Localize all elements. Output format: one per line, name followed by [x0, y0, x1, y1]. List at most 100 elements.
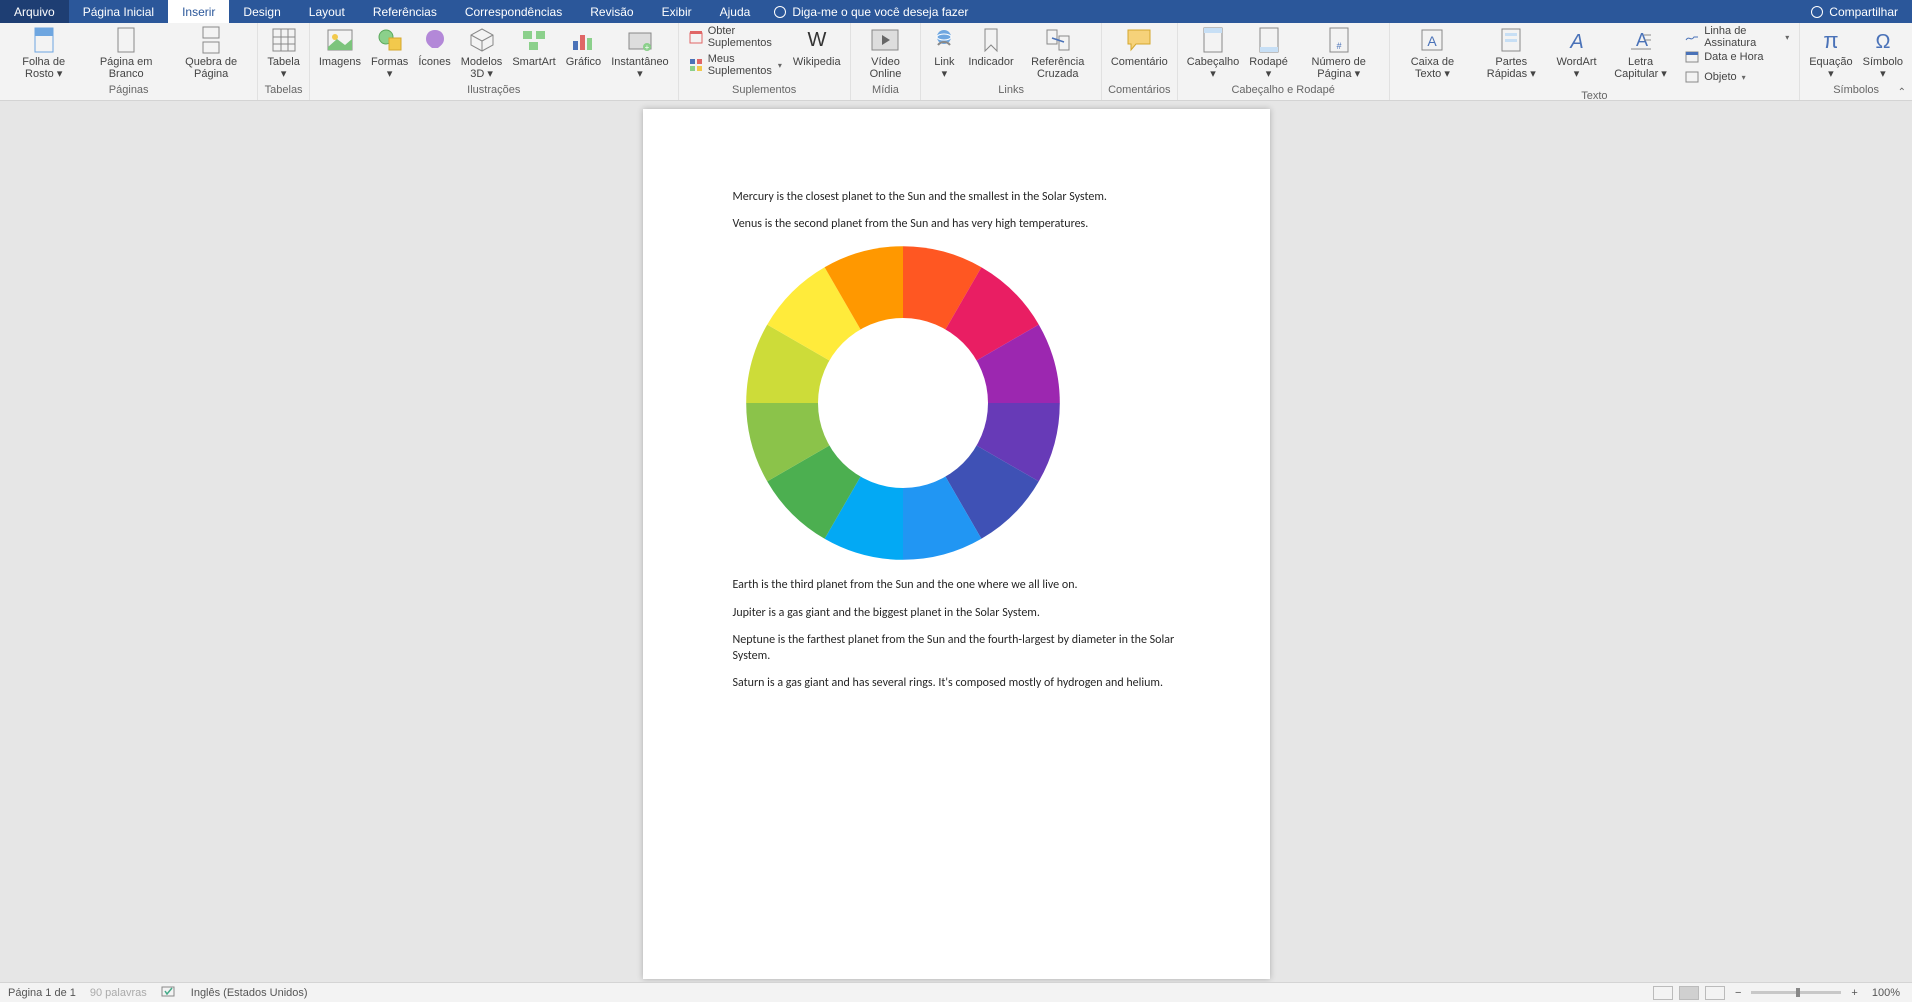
- shapes-icon: [376, 26, 404, 54]
- wikipedia-label: Wikipedia: [793, 56, 841, 80]
- tab-insert[interactable]: Inserir: [168, 0, 229, 23]
- view-read-button[interactable]: [1653, 986, 1673, 1000]
- chevron-down-icon: ▾: [1742, 73, 1746, 82]
- tab-help[interactable]: Ajuda: [706, 0, 765, 23]
- wordart-icon: A: [1563, 26, 1591, 54]
- tab-home[interactable]: Página Inicial: [69, 0, 168, 23]
- group-cabecalho-label: Cabeçalho e Rodapé: [1178, 83, 1389, 100]
- group-links-label: Links: [921, 83, 1100, 100]
- datetime-button[interactable]: Data e Hora: [1685, 48, 1789, 66]
- cross-ref-icon: [1044, 26, 1072, 54]
- paragraph[interactable]: Jupiter is a gas giant and the biggest p…: [733, 605, 1180, 621]
- svg-text:A: A: [1569, 31, 1583, 52]
- bookmark-button[interactable]: Indicador: [963, 25, 1018, 80]
- blank-page-icon: [112, 26, 140, 54]
- blank-page-button[interactable]: Página em Branco: [83, 25, 169, 80]
- page[interactable]: Mercury is the closest planet to the Sun…: [643, 109, 1270, 979]
- online-video-button[interactable]: Vídeo Online: [855, 25, 917, 80]
- symbol-icon: Ω: [1869, 26, 1897, 54]
- screenshot-icon: +: [626, 26, 654, 54]
- paragraph[interactable]: Mercury is the closest planet to the Sun…: [733, 189, 1180, 205]
- share-button[interactable]: Compartilhar: [1797, 0, 1912, 23]
- group-suplementos: Obter Suplementos Meus Suplementos ▾ W W…: [679, 23, 851, 100]
- dropcap-button[interactable]: A Letra Capitular ▾: [1602, 25, 1679, 80]
- page-number-button[interactable]: # Número de Página ▾: [1293, 25, 1385, 80]
- signature-line-button[interactable]: Linha de Assinatura ▾: [1685, 28, 1789, 46]
- page-break-button[interactable]: Quebra de Página: [169, 25, 253, 80]
- chart-button[interactable]: Gráfico: [561, 25, 606, 80]
- header-button[interactable]: Cabeçalho ▾: [1182, 25, 1245, 80]
- my-addins-button[interactable]: Meus Suplementos ▾: [689, 56, 782, 74]
- collapse-ribbon-button[interactable]: ⌃: [1898, 87, 1906, 98]
- wordart-button[interactable]: A WordArt ▾: [1551, 25, 1602, 80]
- signature-icon: [1685, 30, 1699, 44]
- shapes-button[interactable]: Formas ▾: [366, 25, 413, 80]
- svg-text:W: W: [807, 30, 826, 50]
- symbol-button[interactable]: Ω Símbolo ▾: [1858, 25, 1908, 80]
- get-addins-button[interactable]: Obter Suplementos: [689, 28, 782, 46]
- tab-design[interactable]: Design: [229, 0, 294, 23]
- icons-button[interactable]: Ícones: [413, 25, 455, 80]
- group-ilustracoes: Imagens Formas ▾ Ícones Modelos 3D ▾ Sma…: [310, 23, 679, 100]
- spellcheck-icon[interactable]: [161, 986, 177, 999]
- dropcap-label: Letra Capitular ▾: [1607, 56, 1674, 80]
- zoom-value[interactable]: 100%: [1868, 987, 1904, 999]
- group-texto: A Caixa de Texto ▾ Partes Rápidas ▾ A Wo…: [1390, 23, 1801, 100]
- zoom-out-button[interactable]: −: [1731, 987, 1745, 999]
- tab-layout[interactable]: Layout: [295, 0, 359, 23]
- table-button[interactable]: Tabela ▾: [262, 25, 304, 80]
- equation-button[interactable]: π Equação ▾: [1804, 25, 1857, 80]
- footer-button[interactable]: Rodapé ▾: [1244, 25, 1293, 80]
- paragraph[interactable]: Saturn is a gas giant and has several ri…: [733, 675, 1180, 691]
- status-bar: Página 1 de 1 90 palavras Inglês (Estado…: [0, 982, 1912, 1002]
- tab-review[interactable]: Revisão: [576, 0, 647, 23]
- smartart-button[interactable]: SmartArt: [507, 25, 560, 80]
- textbox-button[interactable]: A Caixa de Texto ▾: [1394, 25, 1472, 80]
- paragraph[interactable]: Neptune is the farthest planet from the …: [733, 632, 1180, 664]
- wikipedia-button[interactable]: W Wikipedia: [788, 25, 846, 80]
- object-button[interactable]: Objeto ▾: [1685, 68, 1789, 86]
- models3d-button[interactable]: Modelos 3D ▾: [456, 25, 508, 80]
- screenshot-label: Instantâneo ▾: [611, 56, 669, 80]
- status-page[interactable]: Página 1 de 1: [8, 987, 76, 999]
- ribbon: Folha de Rosto ▾ Página em Branco Quebra…: [0, 23, 1912, 101]
- tab-references[interactable]: Referências: [359, 0, 451, 23]
- cover-page-button[interactable]: Folha de Rosto ▾: [4, 25, 83, 80]
- view-web-button[interactable]: [1705, 986, 1725, 1000]
- color-wheel-image[interactable]: [743, 243, 1063, 563]
- status-words[interactable]: 90 palavras: [90, 987, 147, 999]
- addins-icon: [689, 58, 703, 72]
- paragraph[interactable]: Earth is the third planet from the Sun a…: [733, 577, 1180, 593]
- group-paginas-label: Páginas: [0, 83, 257, 100]
- comment-button[interactable]: Comentário: [1106, 25, 1173, 80]
- zoom-slider[interactable]: [1751, 991, 1841, 994]
- comment-icon: [1125, 26, 1153, 54]
- my-addins-label: Meus Suplementos: [708, 53, 773, 77]
- link-button[interactable]: Link ▾: [925, 25, 963, 80]
- pictures-button[interactable]: Imagens: [314, 25, 366, 80]
- group-simbolos: π Equação ▾ Ω Símbolo ▾ Símbolos: [1800, 23, 1912, 100]
- group-cabecalho: Cabeçalho ▾ Rodapé ▾ # Número de Página …: [1178, 23, 1390, 100]
- page-break-label: Quebra de Página: [174, 56, 248, 80]
- blank-page-label: Página em Branco: [88, 56, 164, 80]
- store-icon: [689, 30, 703, 44]
- status-language[interactable]: Inglês (Estados Unidos): [191, 987, 308, 999]
- tab-view[interactable]: Exibir: [648, 0, 706, 23]
- tell-me-search[interactable]: Diga-me o que você deseja fazer: [764, 0, 978, 23]
- quickparts-button[interactable]: Partes Rápidas ▾: [1471, 25, 1551, 80]
- paragraph[interactable]: Venus is the second planet from the Sun …: [733, 216, 1180, 232]
- cross-ref-button[interactable]: Referência Cruzada: [1019, 25, 1097, 80]
- screenshot-button[interactable]: + Instantâneo ▾: [606, 25, 674, 80]
- document-area[interactable]: Mercury is the closest planet to the Sun…: [0, 101, 1912, 982]
- tab-file[interactable]: Arquivo: [0, 0, 69, 23]
- comment-label: Comentário: [1111, 56, 1168, 80]
- view-print-button[interactable]: [1679, 986, 1699, 1000]
- quickparts-icon: [1497, 26, 1525, 54]
- header-icon: [1199, 26, 1227, 54]
- chevron-down-icon: ▾: [1785, 33, 1789, 42]
- zoom-in-button[interactable]: +: [1847, 987, 1861, 999]
- shapes-label: Formas ▾: [371, 56, 408, 80]
- zoom-thumb[interactable]: [1796, 988, 1800, 997]
- tab-mailings[interactable]: Correspondências: [451, 0, 576, 23]
- bookmark-icon: [977, 26, 1005, 54]
